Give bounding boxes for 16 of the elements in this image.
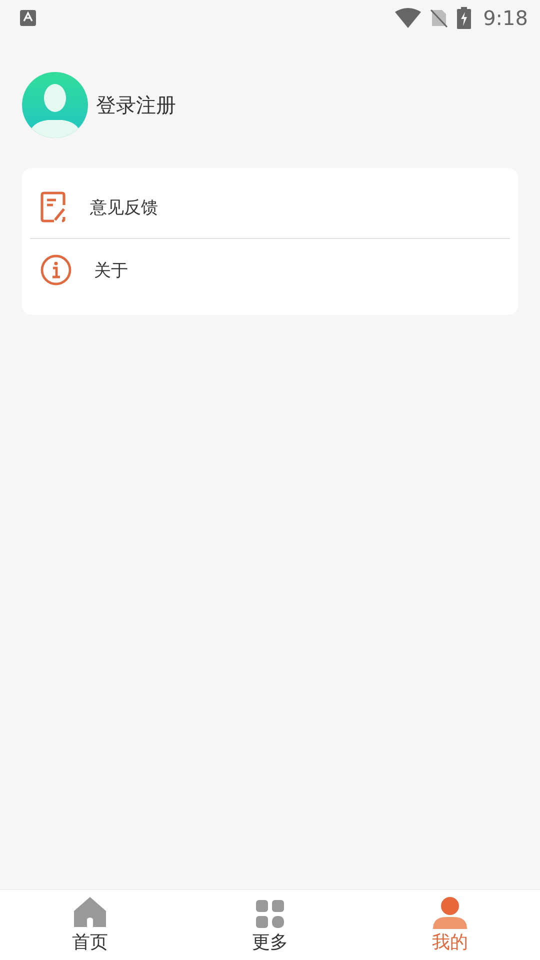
nav-tab[interactable]: 首页: [0, 890, 180, 960]
home-icon: [73, 895, 107, 929]
wifi-icon: [395, 8, 422, 28]
avatar-icon: [22, 72, 88, 138]
nav-tab[interactable]: 更多: [180, 890, 360, 960]
menu-item[interactable]: 关于: [30, 239, 510, 301]
edit-note-icon: [40, 191, 68, 223]
menu-item[interactable]: 意见反馈: [30, 176, 510, 238]
grid-icon: [255, 899, 285, 929]
login-register-link[interactable]: 登录注册: [96, 92, 176, 118]
status-time: 9:18: [483, 6, 528, 30]
keyboard-icon: [20, 10, 36, 26]
no-sim-icon: [429, 8, 450, 28]
person-icon: [433, 897, 467, 929]
info-icon: [40, 254, 72, 286]
battery-charging-icon: [457, 7, 472, 29]
